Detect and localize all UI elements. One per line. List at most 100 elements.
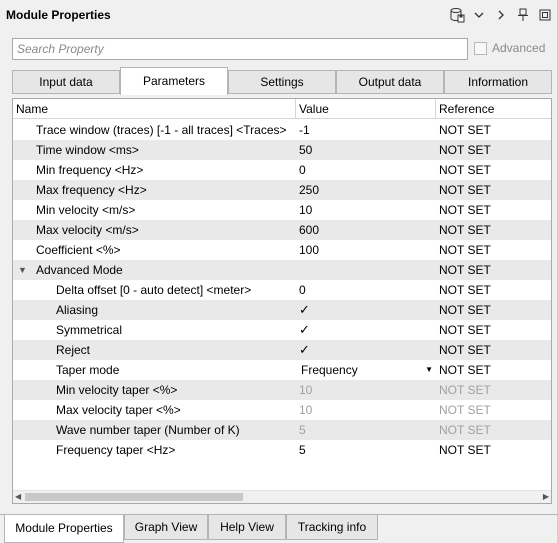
tab-graph-view[interactable]: Graph View (124, 515, 208, 540)
column-header-reference[interactable]: Reference (436, 99, 551, 119)
row-value: 10 (299, 383, 313, 397)
search-input[interactable] (13, 39, 467, 59)
row-reference: NOT SET (439, 423, 491, 437)
tab-tracking-info[interactable]: Tracking info (286, 515, 378, 540)
module-properties-panel: Module Properties Advanced Input data (0, 0, 558, 543)
advanced-checkbox-label: Advanced (492, 41, 546, 55)
column-header-name[interactable]: Name (13, 99, 296, 119)
tab-help-view[interactable]: Help View (208, 515, 286, 540)
row-name: Max velocity taper <%> (56, 403, 181, 417)
table-row[interactable]: Aliasing ✓ NOT SET (13, 300, 551, 320)
tab-parameters[interactable]: Parameters (120, 67, 228, 95)
row-reference: NOT SET (439, 443, 491, 457)
row-reference: NOT SET (439, 263, 491, 277)
table-row[interactable]: Min velocity taper <%> 10 NOT SET (13, 380, 551, 400)
row-reference: NOT SET (439, 283, 491, 297)
tab-information[interactable]: Information (444, 70, 552, 94)
row-reference: NOT SET (439, 203, 491, 217)
header-toolbar (448, 6, 554, 24)
row-value[interactable]: 100 (299, 240, 437, 260)
row-reference: NOT SET (439, 163, 491, 177)
pin-icon[interactable] (514, 6, 532, 24)
scroll-left-icon[interactable]: ◀ (15, 492, 21, 501)
panel-header: Module Properties (0, 0, 558, 32)
table-row[interactable]: Symmetrical ✓ NOT SET (13, 320, 551, 340)
table-row[interactable]: Frequency taper <Hz> 5 NOT SET (13, 440, 551, 460)
row-value: 10 (299, 403, 313, 417)
table-row[interactable]: Max velocity <m/s> 600 NOT SET (13, 220, 551, 240)
row-reference: NOT SET (439, 343, 491, 357)
row-name: Aliasing (56, 303, 99, 317)
row-reference: NOT SET (439, 183, 491, 197)
reject-checkbox[interactable]: ✓ (298, 343, 311, 356)
tab-module-properties[interactable]: Module Properties (4, 515, 124, 543)
grid-header: Name Value Reference (13, 99, 551, 119)
row-reference: NOT SET (439, 403, 491, 417)
row-name: Min frequency <Hz> (36, 163, 144, 177)
panel-title: Module Properties (6, 8, 111, 22)
collapse-triangle-icon[interactable]: ▼ (18, 260, 27, 280)
row-reference: NOT SET (439, 363, 491, 377)
row-reference: NOT SET (439, 123, 491, 137)
table-row[interactable]: Coefficient <%> 100 NOT SET (13, 240, 551, 260)
row-name: Min velocity taper <%> (56, 383, 178, 397)
row-name: Min velocity <m/s> (36, 203, 136, 217)
column-header-value[interactable]: Value (296, 99, 436, 119)
horizontal-scrollbar[interactable]: ◀ ▶ (13, 490, 551, 503)
group-name: Advanced Mode (36, 263, 123, 277)
row-name: Wave number taper (Number of K) (56, 423, 240, 437)
table-row-group[interactable]: ▼ Advanced Mode NOT SET (13, 260, 551, 280)
grid-rows: Trace window (traces) [-1 - all traces] … (13, 120, 551, 460)
dropdown-arrow-icon[interactable]: ▼ (425, 360, 433, 380)
row-reference: NOT SET (439, 323, 491, 337)
taper-mode-value: Frequency (301, 363, 358, 377)
scroll-right-icon[interactable]: ▶ (543, 492, 549, 501)
tab-output-data[interactable]: Output data (336, 70, 444, 94)
row-value[interactable]: 0 (299, 280, 437, 300)
row-name: Frequency taper <Hz> (56, 443, 176, 457)
row-reference: NOT SET (439, 223, 491, 237)
aliasing-checkbox[interactable]: ✓ (298, 303, 311, 316)
row-value[interactable]: 10 (299, 200, 437, 220)
search-property-box[interactable] (12, 38, 468, 60)
chevron-down-icon[interactable] (470, 6, 488, 24)
table-row[interactable]: Delta offset [0 - auto detect] <meter> 0… (13, 280, 551, 300)
tab-input-data[interactable]: Input data (12, 70, 120, 94)
bottom-tabs: Module Properties Graph View Help View T… (0, 514, 558, 543)
row-reference: NOT SET (439, 243, 491, 257)
restore-window-icon[interactable] (536, 6, 554, 24)
scrollbar-thumb[interactable] (25, 493, 243, 501)
table-row[interactable]: Wave number taper (Number of K) 5 NOT SE… (13, 420, 551, 440)
table-row[interactable]: Max velocity taper <%> 10 NOT SET (13, 400, 551, 420)
table-row[interactable]: Time window <ms> 50 NOT SET (13, 140, 551, 160)
advanced-checkbox[interactable]: Advanced (474, 41, 545, 55)
table-row[interactable]: Taper mode Frequency ▼ NOT SET (13, 360, 551, 380)
row-name: Coefficient <%> (36, 243, 121, 257)
row-reference: NOT SET (439, 383, 491, 397)
save-db-icon[interactable] (448, 6, 466, 24)
row-reference: NOT SET (439, 143, 491, 157)
row-value[interactable]: -1 (299, 120, 437, 140)
row-value[interactable]: 250 (299, 180, 437, 200)
row-name: Symmetrical (56, 323, 123, 337)
chevron-right-icon[interactable] (492, 6, 510, 24)
table-row[interactable]: Reject ✓ NOT SET (13, 340, 551, 360)
table-row[interactable]: Max frequency <Hz> 250 NOT SET (13, 180, 551, 200)
table-row[interactable]: Min frequency <Hz> 0 NOT SET (13, 160, 551, 180)
row-value[interactable]: 0 (299, 160, 437, 180)
row-value[interactable]: 5 (299, 440, 437, 460)
row-name: Reject (56, 343, 91, 357)
row-name: Max frequency <Hz> (36, 183, 147, 197)
row-name: Time window <ms> (36, 143, 139, 157)
row-name: Trace window (traces) [-1 - all traces] … (36, 123, 287, 137)
row-name: Taper mode (56, 363, 120, 377)
taper-mode-dropdown[interactable]: Frequency ▼ (301, 360, 433, 380)
table-row[interactable]: Min velocity <m/s> 10 NOT SET (13, 200, 551, 220)
row-value[interactable]: 50 (299, 140, 437, 160)
advanced-checkbox-box[interactable] (474, 41, 487, 55)
table-row[interactable]: Trace window (traces) [-1 - all traces] … (13, 120, 551, 140)
tab-settings[interactable]: Settings (228, 70, 336, 94)
row-value: 5 (299, 423, 306, 437)
symmetrical-checkbox[interactable]: ✓ (298, 323, 311, 336)
row-value[interactable]: 600 (299, 220, 437, 240)
